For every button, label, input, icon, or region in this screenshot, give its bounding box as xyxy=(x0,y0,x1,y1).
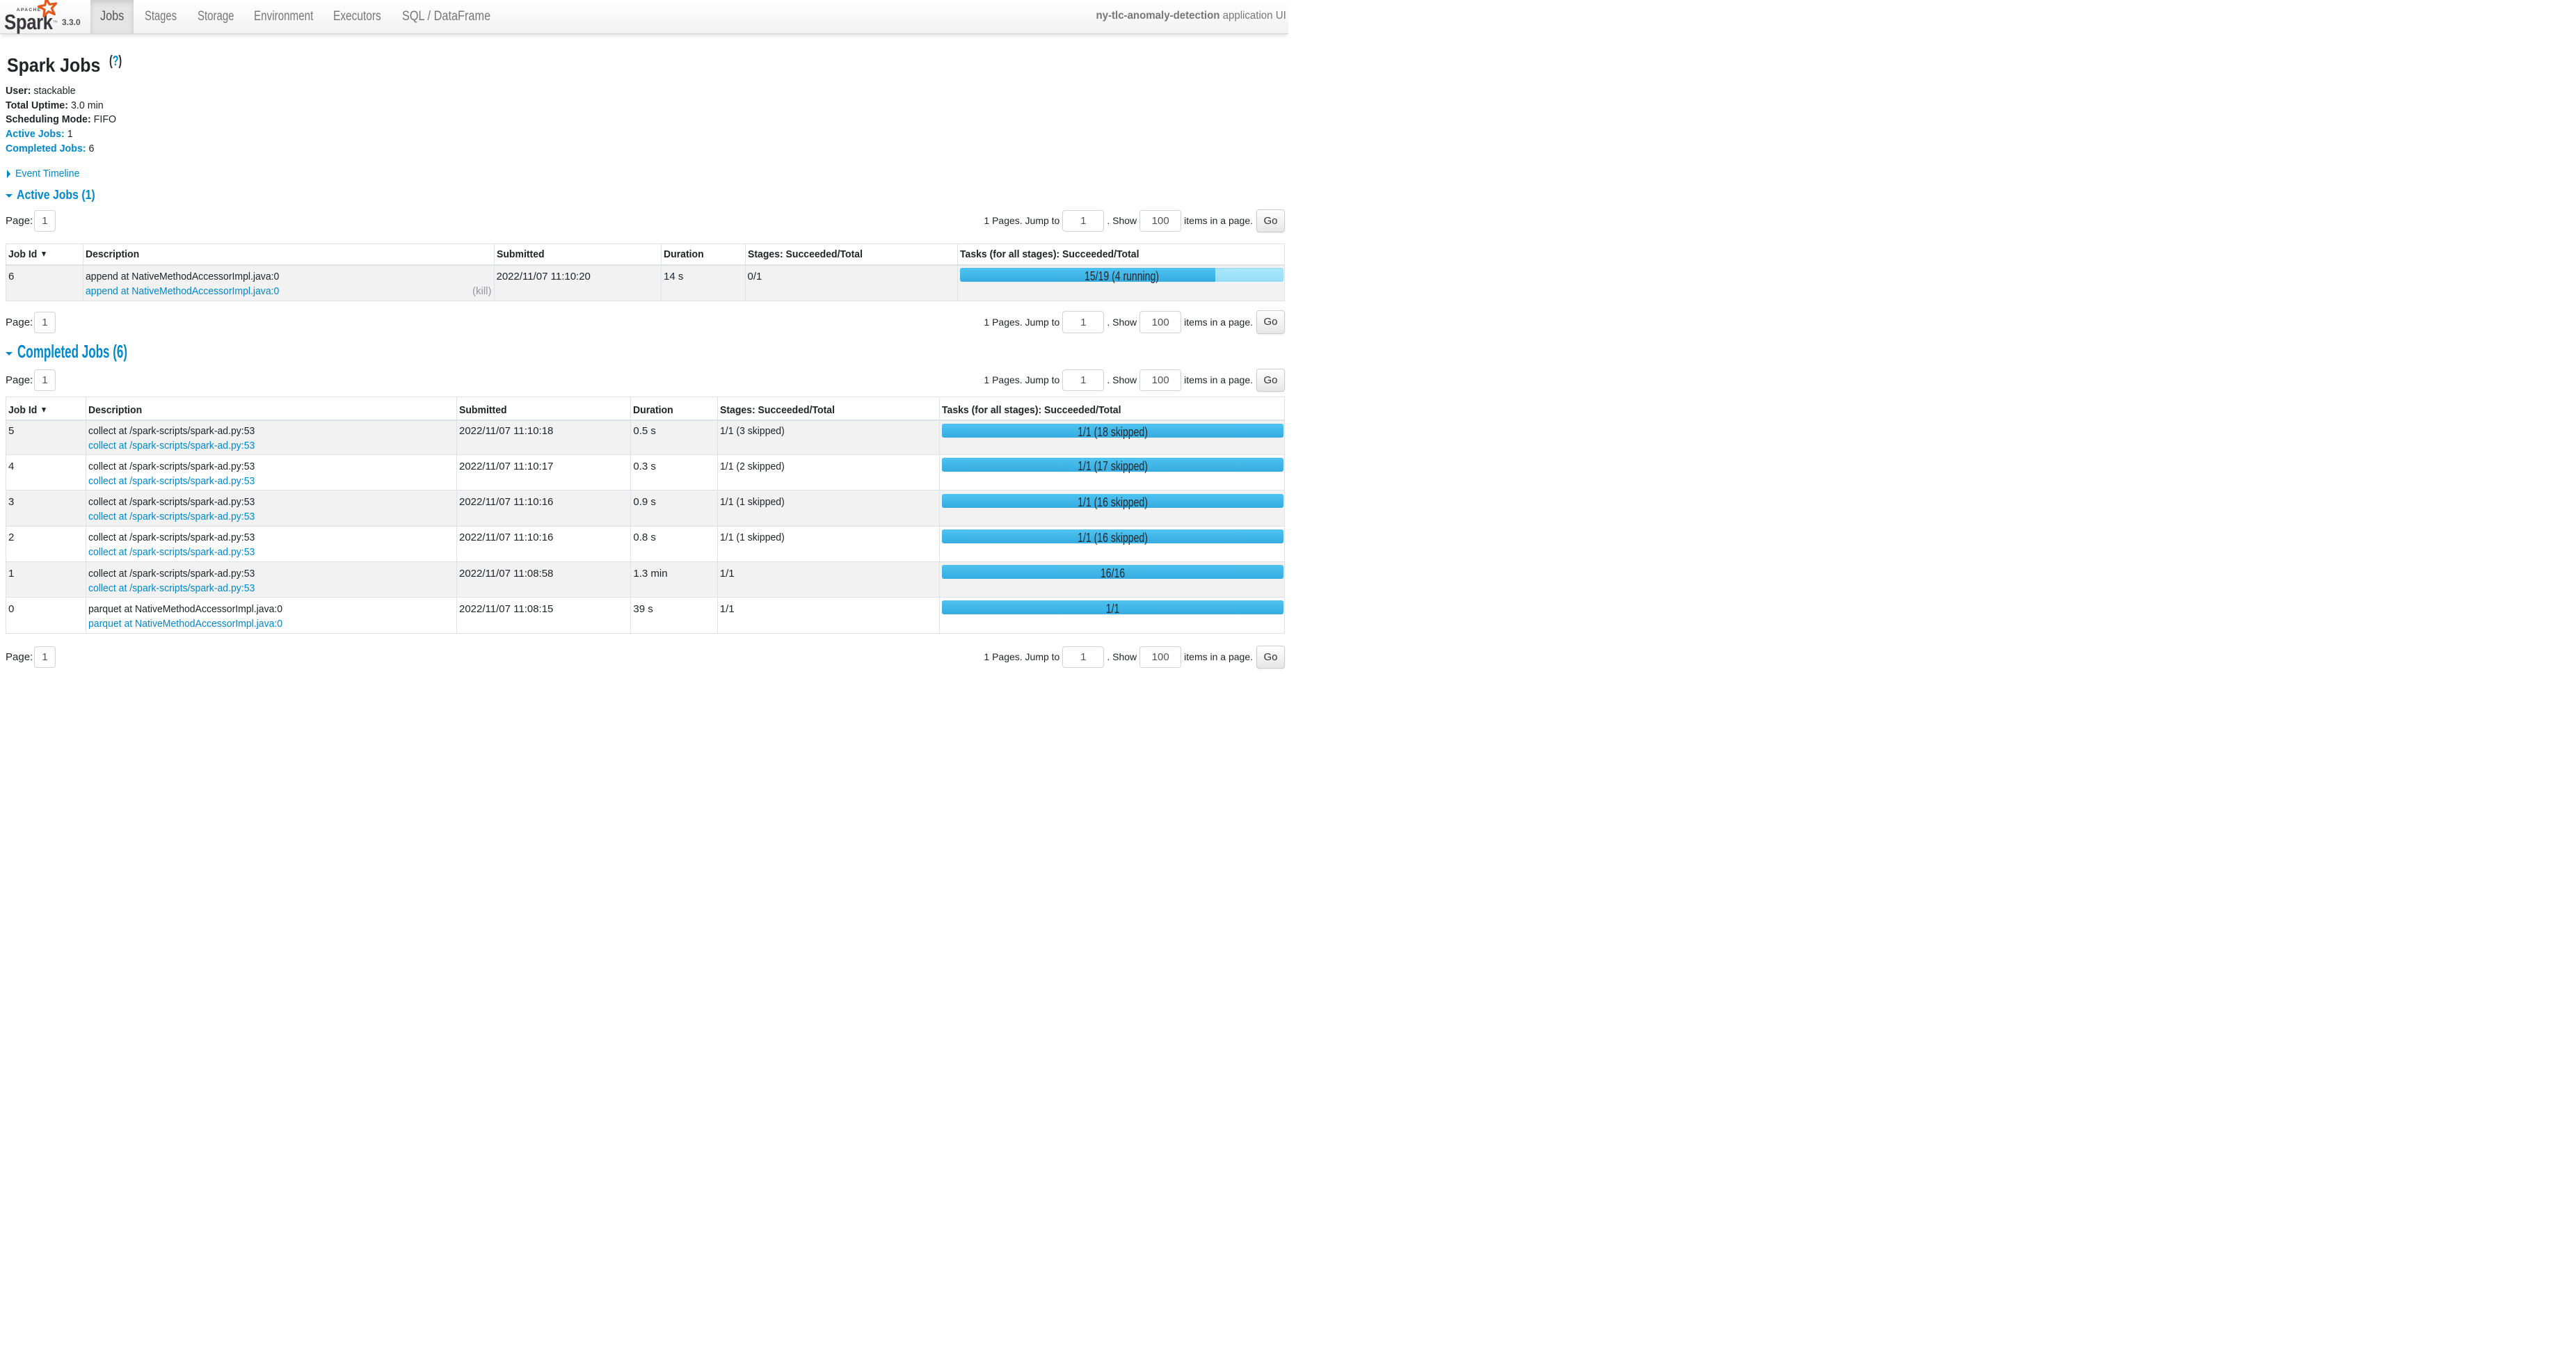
svg-text:TM: TM xyxy=(53,20,58,24)
